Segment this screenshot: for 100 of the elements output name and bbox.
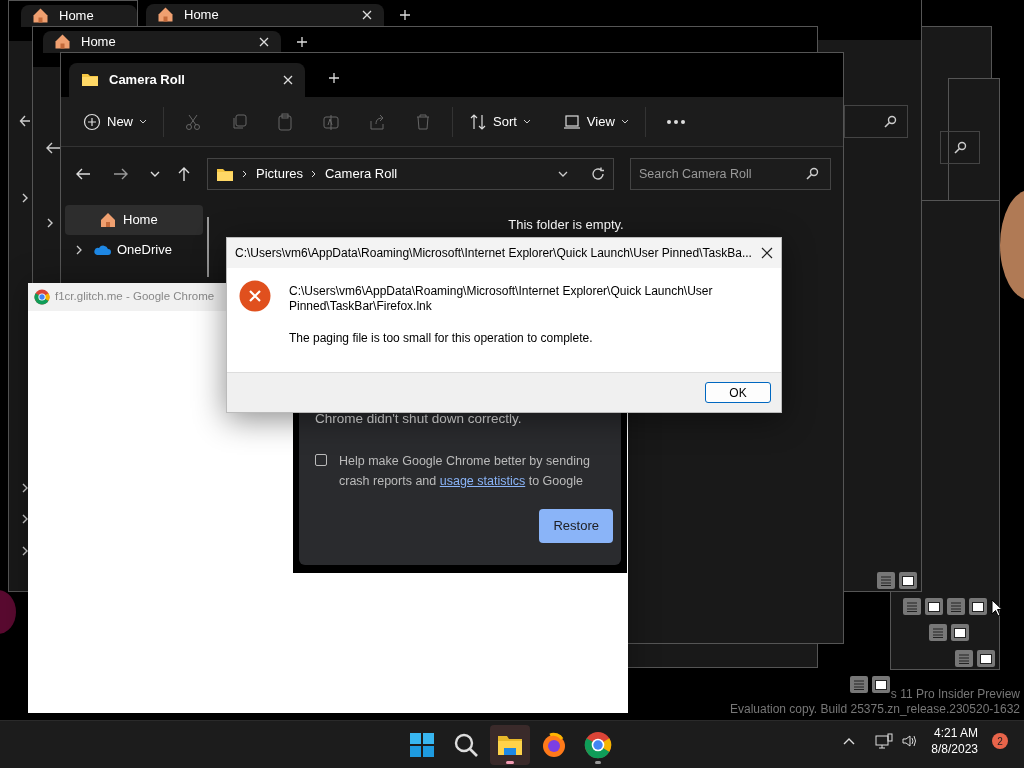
chevron-up-icon[interactable] [843, 737, 856, 746]
dialog-title: C:\Users\vm6\AppData\Roaming\Microsoft\Internet Explorer\Quick Launch\User Pinned\TaskBa... [235, 245, 752, 262]
home-icon [55, 34, 71, 50]
home-icon [99, 211, 117, 229]
back-arrow-icon[interactable] [19, 115, 31, 127]
list-icon [853, 679, 865, 690]
new-button[interactable]: New [75, 105, 155, 138]
window-icon [971, 600, 985, 613]
share-icon[interactable] [368, 112, 386, 131]
tab-label: Home [81, 33, 117, 52]
plus-icon[interactable] [329, 73, 339, 83]
search-icon [805, 167, 819, 181]
list-icon [950, 601, 962, 612]
list-icon [880, 575, 892, 586]
plus-circle-icon [83, 112, 101, 131]
details-view-button[interactable] [929, 624, 947, 641]
four-squares-icon [410, 733, 434, 757]
close-icon[interactable] [761, 247, 773, 259]
plus-icon[interactable] [400, 10, 410, 20]
link[interactable]: usage statistics [439, 474, 526, 489]
chevron-icon[interactable] [20, 482, 30, 494]
nav-item[interactable]: Home [65, 205, 203, 235]
search-field[interactable]: Search Camera Roll [630, 158, 831, 190]
ok-button[interactable]: OK [705, 382, 771, 403]
file-path: C:\Users\vm6\AppData\Roaming\Microsoft\Internet Explorer\Quick Launch\User Pinned\TaskBar\Firefox.lnk [289, 284, 714, 314]
search-field[interactable] [844, 105, 908, 138]
back-arrow-icon[interactable] [75, 167, 91, 181]
window-title: f1cr.glitch.me - Google Chrome [55, 289, 215, 305]
tiles-view-button[interactable] [977, 650, 995, 667]
evaluation-text: Evaluation copy. Build 25375.zn_release.230520-1632 [730, 701, 1020, 718]
browser-logo-icon [34, 289, 50, 305]
breadcrumb-item[interactable]: Pictures [256, 164, 303, 184]
evaluation-text: s 11 Pro Insider Preview [890, 686, 1020, 703]
rename-icon[interactable] [322, 112, 340, 131]
tiles-view-button[interactable] [951, 624, 969, 641]
chevron-icon[interactable] [20, 545, 30, 557]
window-tab[interactable]: Home [43, 31, 281, 53]
notification-badge[interactable]: 2 [992, 733, 1008, 750]
chevron-icon[interactable] [75, 245, 83, 255]
search-icon [454, 733, 478, 757]
more-icon[interactable] [665, 118, 686, 125]
chevron-icon[interactable] [20, 513, 30, 525]
tiles-view-button[interactable] [969, 598, 987, 615]
chevron-icon[interactable] [20, 192, 30, 204]
tiles-view-button[interactable] [899, 572, 917, 589]
refresh-icon[interactable] [591, 167, 605, 181]
checkbox-label: Help make Google Chrome better by sending crash reports and usage statistics to Google [339, 453, 591, 491]
list-icon [906, 601, 918, 612]
network-icon[interactable] [875, 733, 894, 750]
file-explorer-button[interactable] [490, 725, 530, 765]
error-message: The paging file is too small for this operation to complete. [289, 330, 594, 347]
folder-icon [216, 166, 234, 182]
breadcrumb-item[interactable]: Camera Roll [324, 164, 398, 184]
chevron-icon[interactable] [45, 217, 55, 229]
details-view-button[interactable] [903, 598, 921, 615]
chevron-down-icon[interactable] [557, 170, 569, 178]
laptop-icon [562, 113, 581, 130]
window-tab[interactable]: Home [146, 4, 384, 26]
delete-icon[interactable] [414, 112, 432, 131]
details-view-button[interactable] [850, 676, 868, 693]
chevron-down-icon [522, 118, 531, 125]
tiles-view-button[interactable] [872, 676, 890, 693]
search-icon [953, 140, 967, 155]
volume-icon[interactable] [901, 734, 918, 749]
checkbox[interactable] [315, 454, 327, 467]
home-icon [158, 7, 174, 23]
window-icon [979, 652, 993, 665]
address-bar[interactable]: Pictures Camera Roll [207, 158, 614, 190]
cut-icon[interactable] [184, 112, 202, 131]
sort-button[interactable]: Sort [461, 105, 539, 138]
details-view-button[interactable] [877, 572, 895, 589]
window-icon [927, 600, 941, 613]
details-view-button[interactable] [947, 598, 965, 615]
details-view-button[interactable] [955, 650, 973, 667]
back-arrow-icon[interactable] [45, 141, 61, 155]
nav-item[interactable]: OneDrive [65, 235, 203, 265]
view-button[interactable]: View [554, 105, 637, 138]
up-arrow-icon[interactable] [177, 166, 191, 182]
sort-arrows-icon [469, 112, 487, 131]
mouse-cursor-icon [991, 599, 1003, 617]
forward-arrow-icon[interactable] [113, 167, 129, 181]
window-icon [953, 626, 967, 639]
search-field[interactable] [940, 131, 980, 164]
tab-label: Home [184, 6, 220, 25]
chevron-down-icon[interactable] [149, 170, 161, 178]
chevron-down-icon [139, 118, 147, 125]
window-icon [901, 574, 915, 587]
clock[interactable]: 4:21 AM 8/8/2023 [931, 725, 978, 758]
window-icon [874, 678, 888, 691]
restore-button[interactable]: Restore [539, 509, 613, 543]
window-tab[interactable]: Home [21, 5, 137, 27]
tiles-view-button[interactable] [925, 598, 943, 615]
chevron-icon [310, 170, 317, 178]
window-tab[interactable]: Camera Roll [69, 63, 305, 97]
plus-icon[interactable] [297, 37, 307, 47]
browser-logo-icon [543, 732, 565, 757]
home-icon [33, 8, 49, 24]
error-icon [239, 280, 271, 312]
list-icon [932, 627, 944, 638]
folder-icon [81, 71, 99, 89]
